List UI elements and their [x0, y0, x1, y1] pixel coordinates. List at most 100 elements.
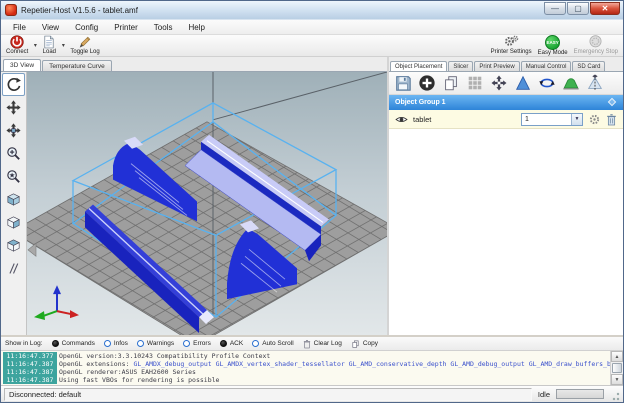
- log-toolbar: Show in Log: Commands Infos Warnings Err…: [1, 337, 623, 351]
- move-object-icon: [5, 122, 22, 139]
- fit-view-icon: [5, 168, 22, 185]
- menu-view[interactable]: View: [34, 21, 67, 34]
- viewport-3d[interactable]: [27, 72, 387, 335]
- scroll-down-arrow[interactable]: ▼: [611, 374, 623, 385]
- connect-icon: [10, 35, 24, 49]
- menu-tools[interactable]: Tools: [146, 21, 181, 34]
- view-body: [1, 71, 387, 335]
- object-list-empty: [389, 129, 623, 335]
- move-viewpoint-button[interactable]: [2, 96, 25, 119]
- toggle-warnings[interactable]: Warnings: [137, 340, 174, 347]
- toggle-errors[interactable]: Errors: [183, 340, 211, 347]
- object-row-tablet[interactable]: tablet 1 ▼: [389, 110, 623, 129]
- fit-printer-button[interactable]: [2, 165, 25, 188]
- toggle-commands[interactable]: Commands: [52, 340, 95, 347]
- load-button[interactable]: Load: [39, 35, 59, 56]
- rotate-view-button[interactable]: [2, 73, 25, 96]
- right-panel: Object Placement Slicer Print Preview Ma…: [387, 57, 623, 335]
- menu-printer[interactable]: Printer: [106, 21, 146, 34]
- lay-flat-button[interactable]: [560, 73, 581, 94]
- tab-print-preview[interactable]: Print Preview: [474, 61, 519, 71]
- easy-mode-icon: EASY: [545, 35, 560, 50]
- toggle-ack-icon: [220, 340, 227, 347]
- tab-manual-control[interactable]: Manual Control: [521, 61, 572, 71]
- resize-grip[interactable]: [610, 388, 620, 401]
- copies-dropdown[interactable]: 1 ▼: [521, 113, 583, 126]
- progress-bar: [556, 389, 604, 399]
- toggle-auto-scroll[interactable]: Auto Scroll: [252, 340, 293, 347]
- tab-temperature-curve[interactable]: Temperature Curve: [42, 60, 112, 71]
- autoposition-grid-icon: [466, 74, 484, 92]
- log-body: 11:16:47.377 OpenGL version:3.3.10243 Co…: [1, 351, 623, 385]
- object-settings-gear-icon[interactable]: [588, 113, 601, 126]
- cut-object-button[interactable]: [584, 73, 605, 94]
- menu-help[interactable]: Help: [180, 21, 212, 34]
- connect-dropdown-arrow[interactable]: ▾: [31, 35, 39, 56]
- object-name: tablet: [413, 115, 431, 124]
- tab-sd-card[interactable]: SD Card: [572, 61, 605, 71]
- menu-config[interactable]: Config: [67, 21, 106, 34]
- window-controls: — ▢ ✕: [544, 2, 620, 15]
- right-tabstrip: Object Placement Slicer Print Preview Ma…: [389, 57, 623, 71]
- easy-mode-button[interactable]: EASY Easy Mode: [535, 35, 571, 56]
- toggle-log-button[interactable]: Toggle Log: [67, 35, 102, 56]
- rotate-object-button[interactable]: [536, 73, 557, 94]
- autoposition-button[interactable]: [464, 73, 485, 94]
- object-toolbar: [389, 71, 623, 95]
- toggle-ack[interactable]: ACK: [220, 340, 243, 347]
- center-object-button[interactable]: [488, 73, 509, 94]
- log-line: 11:16:47.377 OpenGL version:3.3.10243 Co…: [1, 352, 610, 360]
- log-timestamp: 11:16:47.387: [3, 360, 57, 368]
- top-view-button[interactable]: [2, 234, 25, 257]
- status-bar: Disconnected: default Idle: [1, 385, 623, 402]
- isometric-cube-icon: [5, 191, 22, 208]
- isometric-view-button[interactable]: [2, 188, 25, 211]
- main-area: 3D View Temperature Curve: [1, 57, 623, 335]
- save-floppy-icon: [394, 74, 412, 92]
- log-line: 11:16:47.387 OpenGL renderer:ASUS EAH260…: [1, 368, 610, 376]
- scale-triangle-icon: [514, 74, 532, 92]
- visibility-eye-icon[interactable]: [395, 115, 408, 124]
- window-title: Repetier-Host V1.5.6 - tablet.amf: [21, 6, 138, 15]
- connect-button[interactable]: Connect: [3, 35, 31, 56]
- scrollbar-thumb[interactable]: [612, 363, 622, 373]
- log-lines: 11:16:47.377 OpenGL version:3.3.10243 Co…: [1, 351, 610, 385]
- log-scrollbar[interactable]: ▲ ▼: [610, 351, 623, 385]
- move-object-button[interactable]: [2, 119, 25, 142]
- title-bar[interactable]: Repetier-Host V1.5.6 - tablet.amf — ▢ ✕: [1, 1, 623, 19]
- maximize-button[interactable]: ▢: [567, 2, 589, 15]
- scale-object-button[interactable]: [512, 73, 533, 94]
- menu-file[interactable]: File: [5, 21, 34, 34]
- log-timestamp: 11:16:47.387: [3, 368, 57, 376]
- front-view-cube-icon: [5, 214, 22, 231]
- connection-status: Disconnected: default: [4, 388, 532, 401]
- copy-pages-icon: [442, 74, 460, 92]
- load-dropdown-arrow[interactable]: ▾: [59, 35, 67, 56]
- clear-log-button[interactable]: Clear Log: [303, 339, 342, 349]
- parallel-projection-button[interactable]: [2, 257, 25, 280]
- tab-object-placement[interactable]: Object Placement: [390, 61, 447, 71]
- scene-3d: [27, 72, 387, 335]
- pencil-icon: [78, 35, 92, 49]
- tab-3d-view[interactable]: 3D View: [3, 59, 41, 71]
- toggle-errors-icon: [183, 340, 190, 347]
- view-tabstrip: 3D View Temperature Curve: [1, 57, 387, 71]
- printer-settings-button[interactable]: Printer Settings: [488, 35, 535, 56]
- minimize-button[interactable]: —: [544, 2, 566, 15]
- menu-bar: File View Config Printer Tools Help: [1, 19, 623, 35]
- tab-slicer[interactable]: Slicer: [448, 61, 473, 71]
- dropdown-arrow-icon[interactable]: ▼: [571, 114, 582, 125]
- zoom-button[interactable]: [2, 142, 25, 165]
- add-object-button[interactable]: [416, 73, 437, 94]
- object-group-header[interactable]: Object Group 1: [389, 95, 623, 110]
- copy-object-button[interactable]: [440, 73, 461, 94]
- front-view-button[interactable]: [2, 211, 25, 234]
- log-timestamp: 11:16:47.377: [3, 352, 57, 360]
- toggle-infos[interactable]: Infos: [104, 340, 128, 347]
- scroll-up-arrow[interactable]: ▲: [611, 351, 623, 362]
- delete-trash-icon[interactable]: [606, 113, 617, 126]
- close-button[interactable]: ✕: [590, 2, 620, 15]
- copy-log-button[interactable]: Copy: [351, 339, 378, 349]
- rotate-view-icon: [5, 76, 22, 93]
- save-objects-button[interactable]: [392, 73, 413, 94]
